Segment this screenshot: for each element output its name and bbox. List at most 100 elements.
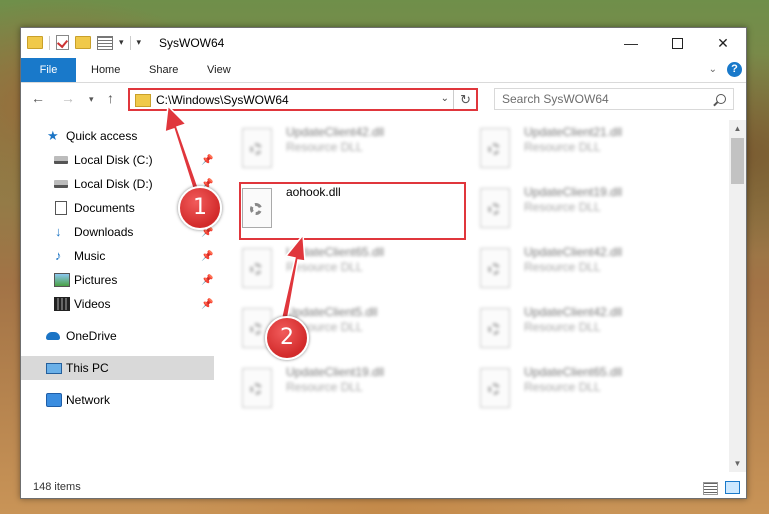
sidebar-item-label: Videos (74, 297, 111, 311)
dll-file-icon (242, 128, 272, 168)
pin-icon[interactable]: 📌 (201, 155, 213, 166)
address-path[interactable]: C:\Windows\SysWOW64 (156, 93, 289, 107)
vertical-scrollbar[interactable]: ▲ ▼ (729, 120, 746, 472)
step2-badge: 2 (265, 316, 309, 360)
cloud-icon (46, 332, 60, 340)
navigation-bar: ← → ▾ ↑ C:\Windows\SysWOW64 ⌄ ↻ Search S… (21, 83, 746, 117)
maximize-icon (671, 37, 683, 49)
file-type: Resource DLL (524, 200, 601, 214)
file-type: Resource DLL (524, 380, 601, 394)
ribbon-tabs: File Home Share View ⌄ ? (21, 58, 746, 83)
pin-icon[interactable]: 📌 (201, 251, 213, 262)
address-dropdown-chevron-icon[interactable]: ⌄ (441, 93, 449, 104)
sidebar-item-network[interactable]: Network (21, 388, 214, 412)
pin-icon[interactable]: 📌 (201, 299, 213, 310)
dll-file-icon (480, 308, 510, 348)
network-icon (46, 393, 62, 407)
folder-icon (27, 36, 43, 49)
scroll-up-arrow-icon[interactable]: ▲ (729, 120, 746, 137)
file-item[interactable]: UpdateClient42.dll Resource DLL (224, 120, 452, 176)
forward-arrow-icon[interactable]: → (61, 90, 75, 106)
dll-file-icon (480, 128, 510, 168)
file-item[interactable]: UpdateClient42.dll Resource DLL (462, 300, 690, 356)
address-divider (453, 90, 454, 109)
search-input[interactable]: Search SysWOW64 (494, 88, 734, 110)
documents-icon (55, 201, 67, 215)
sidebar-item-label: Network (66, 393, 111, 407)
file-name: UpdateClient65.dll (524, 365, 623, 379)
file-name: UpdateClient5.dll (286, 305, 378, 319)
title-bar: ▾ ▾ SysWOW64 — ✕ (21, 28, 746, 58)
disk-icon (54, 180, 68, 188)
sidebar-item-label: Quick access (66, 129, 138, 143)
customize-toolbar-chevron-icon[interactable]: ▾ (119, 37, 124, 48)
file-name: UpdateClient42.dll (286, 125, 385, 139)
file-item[interactable]: UpdateClient21.dll Resource DLL (462, 120, 690, 176)
scroll-down-arrow-icon[interactable]: ▼ (729, 455, 746, 472)
search-icon[interactable] (716, 94, 726, 104)
file-name: UpdateClient19.dll (524, 185, 623, 199)
properties-icon[interactable] (97, 35, 113, 50)
back-arrow-icon[interactable]: ← (31, 90, 45, 106)
sidebar-item-label: Documents (74, 201, 135, 215)
sidebar-item-pictures[interactable]: Pictures 📌 (21, 268, 214, 292)
navigation-pane: ★ Quick access Local Disk (C:) 📌 Local D… (21, 120, 214, 472)
sidebar-item-local-disk-c[interactable]: Local Disk (C:) 📌 (21, 148, 214, 172)
file-item[interactable]: UpdateClient5.dll Resource DLL (224, 300, 452, 356)
file-name: UpdateClient21.dll (524, 125, 623, 139)
close-button[interactable]: ✕ (700, 28, 746, 58)
address-bar[interactable]: C:\Windows\SysWOW64 ⌄ ↻ (128, 88, 478, 111)
tab-view[interactable]: View (207, 58, 231, 82)
maximize-button[interactable] (654, 28, 700, 58)
sidebar-item-label: OneDrive (66, 329, 117, 343)
file-item[interactable]: UpdateClient65.dll Resource DLL (224, 240, 452, 296)
expand-ribbon-chevron-icon[interactable]: ⌄ (709, 64, 717, 75)
sidebar-item-music[interactable]: ♪ Music 📌 (21, 244, 214, 268)
download-icon: ↓ (55, 224, 62, 239)
dll-file-icon (480, 188, 510, 228)
file-item[interactable]: UpdateClient42.dll Resource DLL (462, 240, 690, 296)
sidebar-item-quick-access[interactable]: ★ Quick access (21, 124, 214, 148)
recent-locations-chevron-icon[interactable]: ▾ (89, 94, 94, 105)
window-controls: — ✕ (608, 28, 746, 58)
dll-file-icon (242, 248, 272, 288)
file-name: UpdateClient42.dll (524, 245, 623, 259)
help-icon[interactable]: ? (727, 62, 742, 77)
up-arrow-icon[interactable]: ↑ (107, 90, 114, 106)
ribbon-right-controls: ⌄ ? (709, 62, 742, 77)
pictures-icon (54, 273, 70, 287)
sidebar-item-onedrive[interactable]: OneDrive (21, 324, 214, 348)
toolbar-dropdown-icon[interactable]: ▾ (137, 37, 142, 48)
sidebar-item-this-pc[interactable]: This PC (21, 356, 214, 380)
file-type: Resource DLL (286, 380, 363, 394)
step1-badge: 1 (178, 186, 222, 230)
sidebar-item-videos[interactable]: Videos 📌 (21, 292, 214, 316)
sidebar-item-label: This PC (66, 361, 109, 375)
pin-icon[interactable]: 📌 (201, 275, 213, 286)
scroll-thumb[interactable] (731, 138, 744, 184)
file-item[interactable]: UpdateClient65.dll Resource DLL (462, 360, 690, 416)
window-title: SysWOW64 (159, 36, 225, 50)
file-list: UpdateClient42.dll Resource DLL UpdateCl… (224, 120, 730, 472)
tab-home[interactable]: Home (91, 58, 120, 82)
large-icons-view-icon[interactable] (725, 481, 740, 494)
toolbar-divider (129, 35, 131, 50)
file-item[interactable]: UpdateClient19.dll Resource DLL (224, 360, 452, 416)
file-type: Resource DLL (524, 260, 601, 274)
dll-file-icon (480, 248, 510, 288)
sidebar-item-label: Local Disk (D:) (74, 177, 153, 191)
file-name: UpdateClient19.dll (286, 365, 385, 379)
minimize-button[interactable]: — (608, 28, 654, 58)
file-type: Resource DLL (524, 140, 601, 154)
computer-icon (46, 362, 62, 374)
details-view-icon[interactable] (703, 482, 718, 495)
new-folder-icon[interactable] (75, 36, 91, 49)
properties-check-icon[interactable] (56, 35, 69, 50)
disk-icon (54, 156, 68, 164)
explorer-window: ▾ ▾ SysWOW64 — ✕ File Home Share View ⌄ … (20, 27, 747, 499)
file-item[interactable]: UpdateClient19.dll Resource DLL (462, 180, 690, 236)
tab-share[interactable]: Share (149, 58, 178, 82)
tab-file[interactable]: File (21, 58, 76, 82)
sidebar-item-label: Downloads (74, 225, 134, 239)
refresh-icon[interactable]: ↻ (460, 92, 471, 108)
